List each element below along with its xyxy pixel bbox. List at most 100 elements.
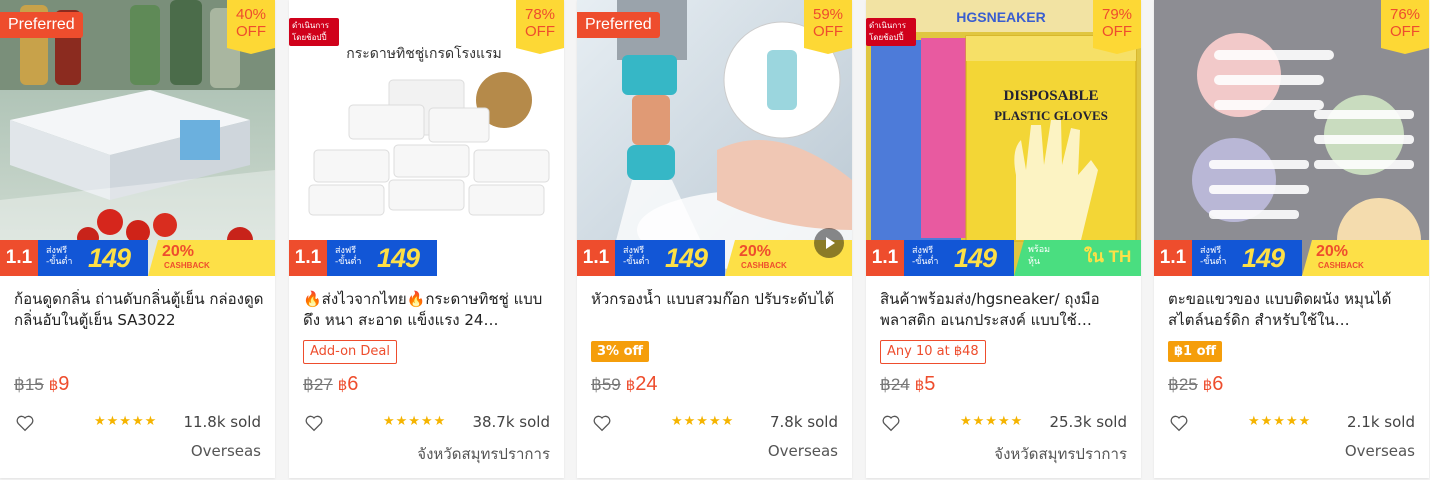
product-grid: Preferred 40% OFF 1.1 ส่งฟรี -ขั้นต่ำ 14…: [0, 0, 1430, 480]
original-price: ฿25: [1168, 375, 1198, 394]
discount-off-label: OFF: [813, 23, 843, 40]
price-row: ฿15 ฿9: [14, 373, 69, 396]
product-name[interactable]: ก้อนดูดกลิ่น ถ่านดับกลิ่นตู้เย็น กล่องดู…: [14, 289, 264, 331]
discount-off-label: OFF: [1390, 23, 1420, 40]
product-name[interactable]: สินค้าพร้อมส่ง/hgsneaker/ ถุงมือพลาสติก …: [880, 289, 1130, 331]
discount-badge: 78% OFF: [516, 0, 564, 54]
discount-off-label: OFF: [1102, 23, 1132, 40]
free-shipping-label: ส่งฟรี -ขั้นต่ำ: [912, 246, 939, 267]
free-shipping-min-amount: 149: [88, 243, 131, 273]
discount-percent: 79%: [1101, 6, 1133, 23]
cashback-percent: 20%: [1316, 243, 1349, 260]
original-price: ฿24: [880, 375, 910, 394]
product-name[interactable]: หัวกรองน้ำ แบบสวมก๊อก ปรับระดับได้: [591, 289, 841, 331]
rating-stars: ★★★★★: [960, 414, 1024, 429]
discount-badge: 59% OFF: [804, 0, 852, 54]
product-card[interactable]: Preferred 59% OFF 1.1 ส่งฟรี -ขั้นต่ำ 14…: [577, 0, 852, 478]
promo-tag: ฿1 off: [1168, 341, 1223, 362]
free-shipping-banner: ส่งฟรี -ขั้นต่ำ 149: [327, 240, 437, 276]
free-shipping-label: ส่งฟรี -ขั้นต่ำ: [335, 246, 362, 267]
promo-banner: 1.1 ส่งฟรี -ขั้นต่ำ 149 20% CASHBACK: [577, 240, 852, 276]
local-stock-banner: พร้อม หุ้น ใน TH: [1014, 240, 1141, 276]
sale-price: ฿24: [626, 373, 658, 395]
discount-badge: 40% OFF: [227, 0, 275, 54]
price-row: ฿24 ฿5: [880, 373, 935, 396]
discount-off-label: OFF: [236, 23, 266, 40]
cashback-label: CASHBACK: [1318, 261, 1364, 270]
sold-count: 25.3k sold: [1049, 413, 1127, 431]
sale-price-value: 6: [347, 373, 359, 395]
campaign-label: 1.1: [0, 240, 38, 276]
sale-price-value: 24: [635, 373, 658, 395]
sale-price: ฿5: [915, 373, 936, 395]
free-shipping-banner: ส่งฟรี -ขั้นต่ำ 149: [1192, 240, 1302, 276]
free-shipping-label: ส่งฟรี -ขั้นต่ำ: [46, 246, 73, 267]
sale-price: ฿6: [1203, 373, 1224, 395]
sold-count: 7.8k sold: [770, 413, 838, 431]
sale-price-value: 5: [924, 373, 936, 395]
product-name[interactable]: 🔥ส่งไวจากไทย🔥กระดาษทิชชู่ แบบดึง หนา สะอ…: [303, 289, 553, 331]
original-price: ฿59: [591, 375, 621, 394]
product-card[interactable]: Preferred 40% OFF 1.1 ส่งฟรี -ขั้นต่ำ 14…: [0, 0, 275, 478]
cashback-banner: 20% CASHBACK: [148, 240, 275, 276]
currency-symbol: ฿: [625, 377, 636, 394]
shop-location: จังหวัดสมุทรปราการ: [994, 445, 1127, 463]
promo-tag: Any 10 at ฿48: [880, 340, 986, 364]
shop-location: Overseas: [1344, 442, 1415, 460]
image-caption: DISPOSABLE: [1003, 88, 1098, 104]
original-price: ฿15: [14, 375, 44, 394]
sold-count: 2.1k sold: [1347, 413, 1415, 431]
shop-location: Overseas: [767, 442, 838, 460]
currency-symbol: ฿: [914, 377, 925, 394]
product-name[interactable]: ตะขอแขวของ แบบติดผนัง หมุนได้สไตล์นอร์ดิ…: [1168, 289, 1418, 331]
free-shipping-label: ส่งฟรี -ขั้นต่ำ: [623, 246, 650, 267]
play-video-icon[interactable]: [814, 228, 844, 258]
discount-off-label: OFF: [525, 23, 555, 40]
shop-location: จังหวัดสมุทรปราการ: [417, 445, 550, 463]
preferred-badge: Preferred: [577, 12, 660, 38]
cashback-label: CASHBACK: [164, 261, 210, 270]
free-shipping-min-amount: 149: [665, 243, 708, 273]
campaign-label: 1.1: [866, 240, 904, 276]
discount-percent: 59%: [812, 6, 844, 23]
discount-badge: 76% OFF: [1381, 0, 1429, 54]
currency-symbol: ฿: [1202, 377, 1213, 394]
product-card[interactable]: HGSNEAKER DISPOSABLE PLASTIC GLOVES ดำเน…: [866, 0, 1141, 478]
free-shipping-label: ส่งฟรี -ขั้นต่ำ: [1200, 246, 1227, 267]
sale-price-value: 6: [1212, 373, 1224, 395]
price-row: ฿27 ฿6: [303, 373, 358, 396]
discount-percent: 76%: [1389, 6, 1421, 23]
heart-icon[interactable]: [1168, 412, 1190, 434]
campaign-label: 1.1: [577, 240, 615, 276]
discount-badge: 79% OFF: [1093, 0, 1141, 54]
rating-stars: ★★★★★: [383, 414, 447, 429]
free-shipping-banner: ส่งฟรี -ขั้นต่ำ 149: [615, 240, 725, 276]
free-shipping-banner: ส่งฟรี -ขั้นต่ำ 149: [904, 240, 1014, 276]
rating-stars: ★★★★★: [671, 414, 735, 429]
heart-icon[interactable]: [303, 412, 325, 434]
sale-price-value: 9: [58, 373, 70, 395]
heart-icon[interactable]: [591, 412, 613, 434]
shopee-managed-badge: ดำเนินการ โดยช้อปปี้: [289, 18, 339, 46]
free-shipping-min-amount: 149: [954, 243, 997, 273]
heart-icon[interactable]: [14, 412, 36, 434]
sold-count: 11.8k sold: [183, 413, 261, 431]
price-row: ฿25 ฿6: [1168, 373, 1223, 396]
promo-banner: 1.1 ส่งฟรี -ขั้นต่ำ 149 20% CASHBACK: [1154, 240, 1429, 276]
product-card[interactable]: 76% OFF 1.1 ส่งฟรี -ขั้นต่ำ 149 20% CASH…: [1154, 0, 1429, 478]
currency-symbol: ฿: [337, 377, 348, 394]
image-brand: HGSNEAKER: [956, 9, 1045, 25]
shop-location: Overseas: [190, 442, 261, 460]
rating-stars: ★★★★★: [1248, 414, 1312, 429]
sale-price: ฿9: [49, 373, 70, 395]
free-shipping-min-amount: 149: [377, 243, 420, 273]
free-shipping-banner: ส่งฟรี -ขั้นต่ำ 149: [38, 240, 148, 276]
discount-percent: 78%: [524, 6, 556, 23]
sale-price: ฿6: [338, 373, 359, 395]
product-card[interactable]: กระดาษทิชชู่เกรดโรงแรม ดำเนินการ โดยช้อป…: [289, 0, 564, 478]
local-stock-country: ใน TH: [1084, 247, 1132, 266]
image-caption: กระดาษทิชชู่เกรดโรงแรม: [346, 45, 501, 62]
sold-count: 38.7k sold: [472, 413, 550, 431]
heart-icon[interactable]: [880, 412, 902, 434]
campaign-label: 1.1: [1154, 240, 1192, 276]
